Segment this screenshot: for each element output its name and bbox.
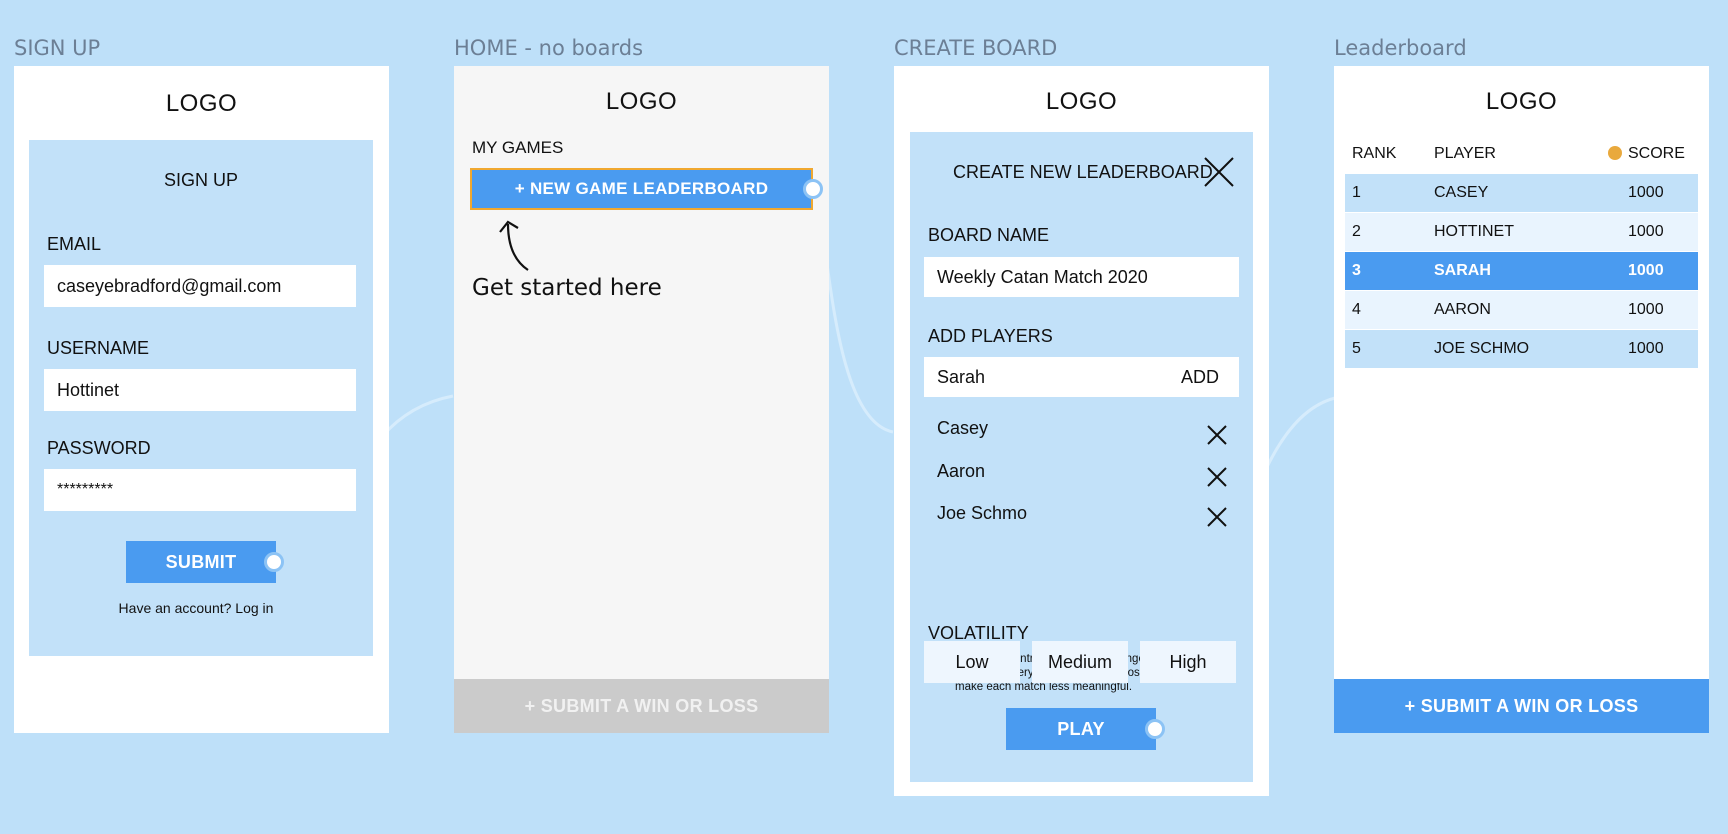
username-field[interactable]: Hottinet (44, 369, 356, 411)
get-started-hint: Get started here (472, 275, 662, 301)
login-link[interactable]: Have an account? Log in (29, 600, 363, 616)
my-games-label: MY GAMES (472, 138, 564, 157)
table-row[interactable]: 1 CASEY 1000 (1345, 174, 1698, 212)
frame-title-create: CREATE BOARD (894, 36, 1058, 60)
submit-button[interactable]: SUBMIT (126, 541, 276, 583)
curved-arrow-icon (499, 220, 529, 271)
board-name-label: BOARD NAME (928, 225, 1050, 245)
email-label: EMAIL (47, 234, 102, 254)
remove-player-close-icon[interactable] (1206, 506, 1228, 528)
rank-cell: 1 (1352, 184, 1361, 201)
volatility-medium-button[interactable]: Medium (1032, 641, 1128, 683)
table-row[interactable]: 4 AARON 1000 (1345, 291, 1698, 329)
leaderboard-screen: LOGO RANK PLAYER SCORE 1 CASEY 1000 2 HO… (1334, 66, 1709, 733)
player-cell: HOTTINET (1434, 223, 1514, 240)
logo: LOGO (605, 88, 678, 115)
play-button[interactable]: PLAY (1006, 708, 1156, 750)
home-screen: LOGO MY GAMES + NEW GAME LEADERBOARD Get… (454, 66, 829, 733)
close-icon[interactable] (1203, 156, 1235, 188)
add-player-button[interactable]: ADD (1181, 367, 1219, 388)
submit-win-loss-button[interactable]: + SUBMIT A WIN OR LOSS (1334, 679, 1709, 733)
player-cell: AARON (1434, 301, 1491, 318)
frame-title-signup: SIGN UP (14, 36, 101, 60)
score-cell: 1000 (1628, 262, 1664, 279)
player-list-item: Aaron (937, 461, 986, 481)
score-cell: 1000 (1628, 223, 1664, 240)
board-name-field[interactable]: Weekly Catan Match 2020 (924, 257, 1239, 297)
password-field[interactable]: ********* (44, 469, 356, 511)
column-header-rank: RANK (1352, 145, 1397, 162)
player-cell: CASEY (1434, 184, 1489, 201)
player-cell: JOE SCHMO (1434, 340, 1530, 357)
player-cell: SARAH (1434, 262, 1491, 279)
rank-cell: 2 (1352, 223, 1361, 240)
frame-title-leaderboard: Leaderboard (1334, 36, 1467, 60)
submit-win-loss-button-disabled: + SUBMIT A WIN OR LOSS (454, 679, 829, 733)
signup-heading: SIGN UP (163, 170, 238, 190)
table-row[interactable]: 5 JOE SCHMO 1000 (1345, 330, 1698, 368)
player-list-item: Joe Schmo (937, 503, 1028, 523)
username-label: USERNAME (47, 338, 150, 358)
rank-cell: 3 (1352, 262, 1361, 279)
add-player-value: Sarah (937, 366, 986, 387)
rank-cell: 5 (1352, 340, 1361, 357)
create-board-heading: CREATE NEW LEADERBOARD (953, 162, 1213, 182)
connector-handle-icon (264, 552, 284, 572)
player-list-item: Casey (937, 418, 989, 438)
signup-screen: LOGO SIGN UP EMAIL caseyebradford@gmail.… (14, 66, 389, 733)
create-board-screen: LOGO CREATE NEW LEADERBOARD BOARD NAME W… (894, 66, 1269, 796)
connector-handle-icon (803, 179, 823, 199)
column-header-player: PLAYER (1434, 145, 1496, 162)
table-row-highlighted[interactable]: 3 SARAH 1000 (1345, 252, 1698, 290)
score-cell: 1000 (1628, 301, 1664, 318)
password-label: PASSWORD (47, 438, 151, 458)
logo: LOGO (165, 90, 238, 117)
score-cell: 1000 (1628, 184, 1664, 201)
create-board-panel: CREATE NEW LEADERBOARD BOARD NAME Weekly… (910, 132, 1253, 782)
remove-player-close-icon[interactable] (1206, 424, 1228, 446)
logo: LOGO (1045, 88, 1118, 115)
connector-handle-icon (1145, 719, 1165, 739)
volatility-high-button[interactable]: High (1140, 641, 1236, 683)
rank-cell: 4 (1352, 301, 1361, 318)
frame-title-home: HOME - no boards (454, 36, 644, 60)
score-cell: 1000 (1628, 340, 1664, 357)
new-game-leaderboard-button[interactable]: + NEW GAME LEADERBOARD (470, 168, 813, 210)
volatility-low-button[interactable]: Low (924, 641, 1020, 683)
score-dot-icon (1608, 146, 1622, 160)
column-header-score: SCORE (1628, 145, 1685, 162)
add-players-label: ADD PLAYERS (928, 326, 1053, 346)
remove-player-close-icon[interactable] (1206, 466, 1228, 488)
signup-panel: SIGN UP EMAIL caseyebradford@gmail.com U… (29, 140, 373, 656)
table-row[interactable]: 2 HOTTINET 1000 (1345, 213, 1698, 251)
logo: LOGO (1485, 88, 1558, 115)
email-field[interactable]: caseyebradford@gmail.com (44, 265, 356, 307)
